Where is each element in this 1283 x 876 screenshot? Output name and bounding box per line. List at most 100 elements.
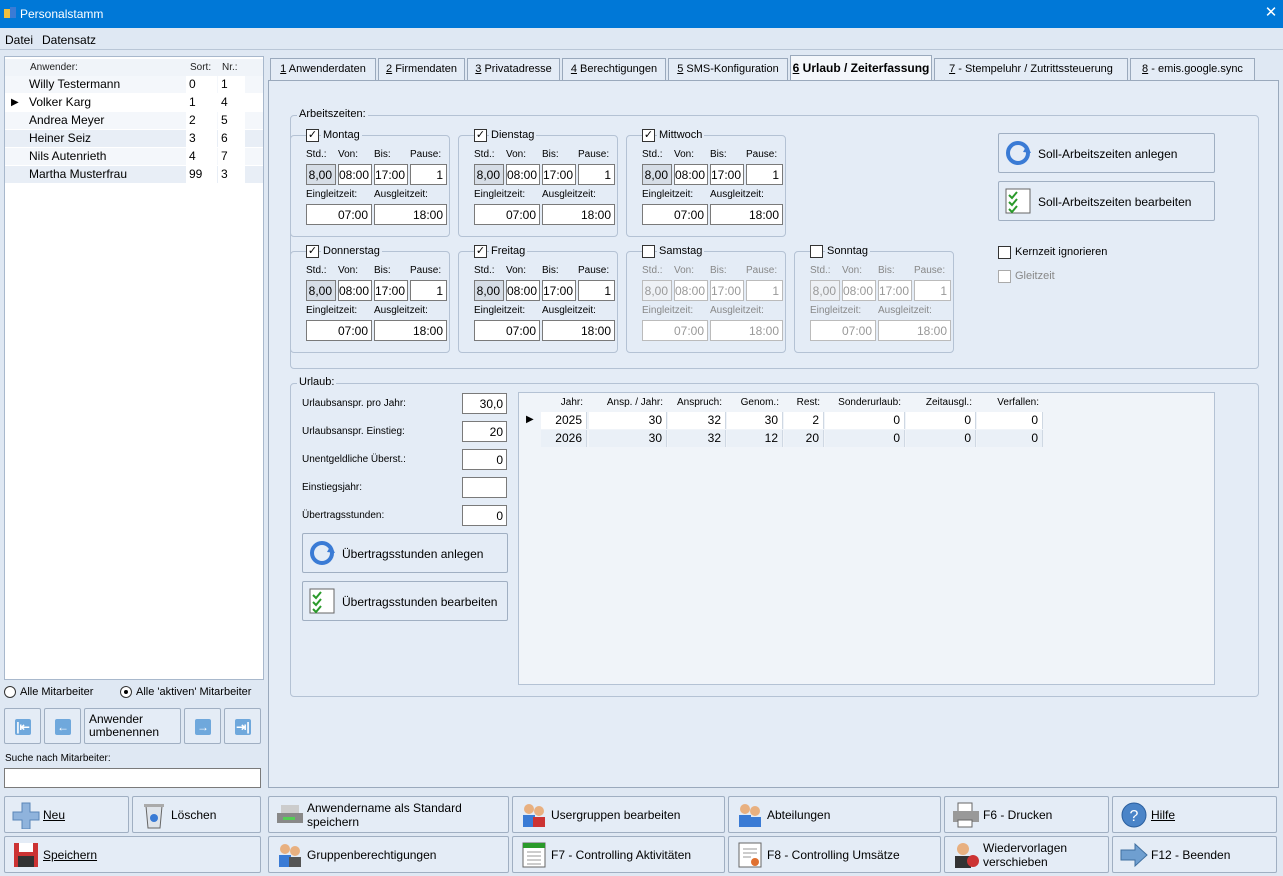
std-field[interactable]: 8,00 [810,280,840,301]
soll-bearbeiten-button[interactable]: Soll-Arbeitszeiten bearbeiten [998,181,1215,221]
save-standard-button[interactable]: Anwendername als Standard speichern [268,796,509,833]
ausgleit-field[interactable]: 18:00 [542,320,615,341]
day-checkbox[interactable]: ✓ [642,129,655,142]
prev-record-button[interactable]: ← [44,708,81,744]
next-record-button[interactable]: → [184,708,221,744]
controlling-sales-button[interactable]: F8 - Controlling Umsätze [728,836,941,873]
controlling-activities-button[interactable]: F7 - Controlling Aktivitäten [512,836,725,873]
pause-field[interactable]: 1 [410,164,447,185]
day-checkbox[interactable] [810,245,823,258]
std-field[interactable]: 8,00 [474,164,504,185]
std-field[interactable]: 8,00 [642,164,672,185]
day-checkbox[interactable]: ✓ [474,129,487,142]
pause-field[interactable]: 1 [746,280,783,301]
help-button[interactable]: ? Hilfe [1112,796,1277,833]
ausgleit-field[interactable]: 18:00 [374,204,447,225]
uebertrag-bearbeiten-button[interactable]: Übertragsstunden bearbeiten [302,581,508,621]
departments-button[interactable]: Abteilungen [728,796,941,833]
eingleit-field[interactable]: 07:00 [474,320,540,341]
urlaub-field-input[interactable]: 20 [462,421,507,442]
save-button[interactable]: Speichern [4,836,261,873]
tab-6[interactable]: 6 Urlaub / Zeiterfassung [790,55,932,81]
std-field[interactable]: 8,00 [306,280,336,301]
ausgleit-field[interactable]: 18:00 [374,320,447,341]
pause-field[interactable]: 1 [746,164,783,185]
von-field[interactable]: 08:00 [674,280,708,301]
user-row[interactable]: Andrea Meyer 2 5 [5,112,263,129]
day-checkbox[interactable] [642,245,655,258]
eingleit-field[interactable]: 07:00 [810,320,876,341]
grid-row[interactable]: 2026 30 32 12 20 0 0 0 [519,430,1059,447]
bis-field[interactable]: 17:00 [878,280,912,301]
urlaub-field-input[interactable]: 0 [462,505,507,526]
von-field[interactable]: 08:00 [338,164,372,185]
tab-1[interactable]: 1 Anwenderdaten [270,58,376,80]
tab-4[interactable]: 4 Berechtigungen [562,58,666,80]
day-checkbox[interactable]: ✓ [306,129,319,142]
search-input[interactable] [4,768,261,788]
gleitzeit-checkbox[interactable] [998,270,1011,283]
urlaub-grid[interactable]: Jahr: Ansp. / Jahr: Anspruch: Genom.: Rest: S… [518,392,1215,685]
pause-field[interactable]: 1 [914,280,951,301]
tab-2[interactable]: 2 Firmendaten [378,58,465,80]
std-field[interactable]: 8,00 [306,164,336,185]
last-record-button[interactable]: ⇥| [224,708,261,744]
radio-all-employees[interactable] [4,686,16,698]
menu-datensatz[interactable]: Datensatz [42,33,96,47]
pause-field[interactable]: 1 [410,280,447,301]
eingleit-field[interactable]: 07:00 [642,204,708,225]
ausgleit-field[interactable]: 18:00 [710,320,783,341]
eingleit-field[interactable]: 07:00 [474,204,540,225]
tab-7[interactable]: 7 - Stempeluhr / Zutrittssteuerung [934,58,1128,80]
menu-datei[interactable]: Datei [5,33,33,47]
rename-user-button[interactable]: Anwender umbenennen [84,708,181,744]
urlaub-field-input[interactable]: 0 [462,449,507,470]
ausgleit-field[interactable]: 18:00 [710,204,783,225]
soll-anlegen-button[interactable]: Soll-Arbeitszeiten anlegen [998,133,1215,173]
day-checkbox[interactable]: ✓ [306,245,319,258]
ausgleit-field[interactable]: 18:00 [878,320,951,341]
grid-row[interactable]: ▶ 2025 30 32 30 2 0 0 0 [519,412,1059,429]
bis-field[interactable]: 17:00 [374,280,408,301]
pause-field[interactable]: 1 [578,280,615,301]
group-permissions-button[interactable]: Gruppenberechtigungen [268,836,509,873]
kernzeit-checkbox[interactable] [998,246,1011,259]
bis-field[interactable]: 17:00 [542,280,576,301]
bis-field[interactable]: 17:00 [374,164,408,185]
user-row[interactable]: ▶ Volker Karg 1 4 [5,94,263,111]
von-field[interactable]: 08:00 [674,164,708,185]
urlaub-field-input[interactable]: 30,0 [462,393,507,414]
user-row[interactable]: Willy Testermann 0 1 [5,76,263,93]
day-checkbox[interactable]: ✓ [474,245,487,258]
eingleit-field[interactable]: 07:00 [306,320,372,341]
user-list[interactable]: Anwender: Sort: Nr.: Willy Testermann 0 … [4,56,264,680]
tab-3[interactable]: 3 Privatadresse [467,58,560,80]
urlaub-field-input[interactable] [462,477,507,498]
user-row[interactable]: Nils Autenrieth 4 7 [5,148,263,165]
von-field[interactable]: 08:00 [506,280,540,301]
radio-active-employees[interactable] [120,686,132,698]
bis-field[interactable]: 17:00 [710,164,744,185]
user-row[interactable]: Martha Musterfrau 99 3 [5,166,263,183]
eingleit-field[interactable]: 07:00 [642,320,708,341]
delete-button[interactable]: Löschen [132,796,261,833]
uebertrag-anlegen-button[interactable]: Übertragsstunden anlegen [302,533,508,573]
von-field[interactable]: 08:00 [338,280,372,301]
tab-8[interactable]: 8 - emis.google.sync [1130,58,1255,80]
print-button[interactable]: F6 - Drucken [944,796,1109,833]
bis-field[interactable]: 17:00 [710,280,744,301]
usergroups-button[interactable]: Usergruppen bearbeiten [512,796,725,833]
eingleit-field[interactable]: 07:00 [306,204,372,225]
std-field[interactable]: 8,00 [474,280,504,301]
new-button[interactable]: Neu [4,796,129,833]
user-row[interactable]: Heiner Seiz 3 6 [5,130,263,147]
pause-field[interactable]: 1 [578,164,615,185]
std-field[interactable]: 8,00 [642,280,672,301]
close-icon[interactable]: ✕ [1262,4,1280,22]
von-field[interactable]: 08:00 [842,280,876,301]
tab-5[interactable]: 5 SMS-Konfiguration [668,58,788,80]
von-field[interactable]: 08:00 [506,164,540,185]
ausgleit-field[interactable]: 18:00 [542,204,615,225]
first-record-button[interactable]: |⇤ [4,708,41,744]
bis-field[interactable]: 17:00 [542,164,576,185]
